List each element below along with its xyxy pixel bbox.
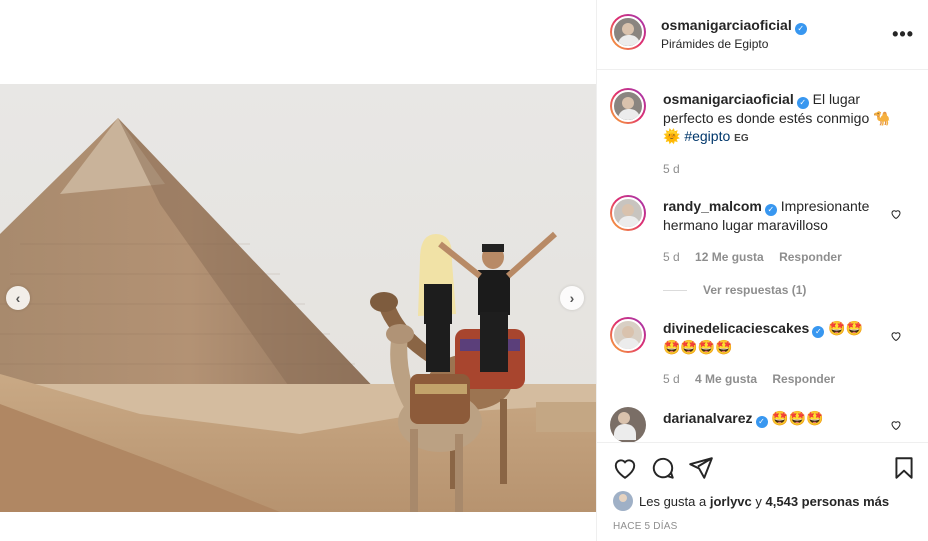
previous-photo-button[interactable]: ‹ <box>6 286 30 310</box>
reply-button[interactable]: Responder <box>779 250 842 264</box>
view-replies-button[interactable]: Ver respuestas (1) <box>663 283 806 297</box>
share-paper-plane-icon[interactable] <box>688 455 714 481</box>
caption-time[interactable]: 5 d <box>663 162 680 176</box>
liker-avatar <box>613 491 633 511</box>
comment-meta: 5 d 4 Me gusta Responder <box>663 372 847 386</box>
post-date[interactable]: HACE 5 DÍAS <box>613 521 677 532</box>
author-avatar[interactable] <box>610 14 646 50</box>
commenter-username[interactable]: randy_malcom <box>663 198 762 214</box>
liker-username[interactable]: jorlyvc <box>710 494 752 509</box>
verified-badge-icon: ✓ <box>794 23 807 35</box>
more-options-icon[interactable]: ••• <box>892 24 914 45</box>
comment-bubble-icon[interactable] <box>650 455 676 481</box>
like-comment-heart-icon[interactable] <box>890 419 902 431</box>
comment-text: 🤩🤩 <box>828 320 864 336</box>
like-heart-icon[interactable] <box>612 455 638 481</box>
comment-likes[interactable]: 12 Me gusta <box>695 250 764 264</box>
post-header: osmanigarciaoficial ✓ Pirámides de Egipto… <box>597 0 928 70</box>
save-bookmark-icon[interactable] <box>891 455 917 481</box>
comment-meta: 5 d 12 Me gusta Responder <box>663 250 854 264</box>
comments-list[interactable]: osmanigarciaoficial ✓ El lugar perfecto e… <box>597 71 928 442</box>
verified-badge-icon: ✓ <box>764 204 777 216</box>
like-comment-heart-icon[interactable] <box>890 330 902 342</box>
sun-emoji: 🌞 <box>663 128 681 144</box>
commenter-username[interactable]: divinedelicaciescakes <box>663 320 809 336</box>
comment-text-line2: 🤩🤩🤩🤩 <box>663 339 733 355</box>
commenter-username[interactable]: darianalvarez <box>663 410 753 426</box>
verified-badge-icon: ✓ <box>755 416 768 428</box>
commenter-avatar[interactable] <box>610 317 646 353</box>
likes-prefix: Les gusta a <box>639 493 707 509</box>
likes-count[interactable]: 4,543 personas más <box>766 494 890 509</box>
comment-time[interactable]: 5 d <box>663 372 680 386</box>
reply-button[interactable]: Responder <box>772 372 835 386</box>
comment-time[interactable]: 5 d <box>663 250 680 264</box>
likes-summary[interactable]: Les gusta a jorlyvc y 4,543 personas más <box>613 491 889 511</box>
caption-username[interactable]: osmanigarciaoficial <box>663 91 794 107</box>
post-location[interactable]: Pirámides de Egipto <box>661 37 768 51</box>
post-details-panel: osmanigarciaoficial ✓ Pirámides de Egipto… <box>596 0 928 541</box>
comment-text: 🤩🤩🤩 <box>771 410 824 426</box>
commenter-avatar[interactable] <box>610 407 646 442</box>
view-replies-label: Ver respuestas (1) <box>703 283 807 297</box>
flag-eg: EG <box>734 133 749 144</box>
author-username[interactable]: osmanigarciaoficial <box>661 17 792 33</box>
replies-divider <box>663 289 687 291</box>
like-comment-heart-icon[interactable] <box>890 208 902 220</box>
verified-badge-icon: ✓ <box>796 97 809 109</box>
post-photo[interactable] <box>0 84 596 512</box>
caption-meta: 5 d <box>663 162 692 176</box>
commenter-avatar[interactable] <box>610 195 646 231</box>
pyramid-camel-image <box>0 84 596 512</box>
comment-likes[interactable]: 4 Me gusta <box>695 372 757 386</box>
hashtag-link[interactable]: #egipto <box>684 128 730 144</box>
post-actions: Les gusta a jorlyvc y 4,543 personas más… <box>597 442 928 541</box>
likes-middle: y <box>755 493 762 509</box>
next-photo-button[interactable]: › <box>560 286 584 310</box>
chevron-left-icon: ‹ <box>15 290 21 306</box>
chevron-right-icon: › <box>569 290 575 306</box>
post-media: ‹ › <box>0 0 596 541</box>
verified-badge-icon: ✓ <box>812 326 825 338</box>
caption-avatar[interactable] <box>610 88 646 124</box>
